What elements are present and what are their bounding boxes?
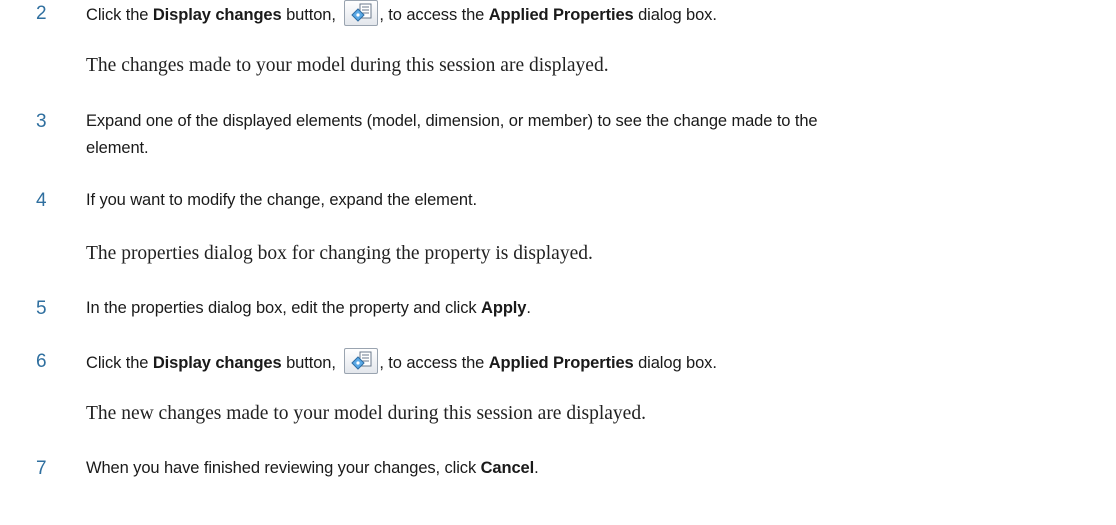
- step-instruction: If you want to modify the change, expand…: [86, 191, 477, 209]
- instruction-text: button,: [281, 6, 341, 24]
- ui-term-apply: Apply: [481, 299, 527, 317]
- step-instruction: Click the Display changes button, , to a…: [86, 348, 1102, 377]
- instruction-text: button,: [281, 354, 341, 372]
- step-6: 6 Click the Display changes button, , to…: [36, 348, 1102, 377]
- instruction-text: dialog box.: [633, 6, 717, 24]
- instruction-text: .: [534, 459, 539, 477]
- step-number: 7: [36, 458, 47, 479]
- instruction-text: , to access the: [379, 6, 489, 24]
- step-number: 2: [36, 3, 47, 24]
- instruction-text: In the properties dialog box, edit the p…: [86, 299, 482, 317]
- instruction-text: dialog box.: [633, 354, 717, 372]
- ui-term-applied-properties: Applied Properties: [488, 354, 634, 372]
- step-number: 5: [36, 298, 47, 319]
- procedure-page: 2 Click the Display changes button, , to…: [0, 0, 1116, 525]
- instruction-text: , to access the: [379, 354, 489, 372]
- instruction-text: When you have finished reviewing your ch…: [86, 459, 481, 477]
- instruction-line: element.: [86, 139, 149, 157]
- ui-term-cancel: Cancel: [480, 459, 535, 477]
- step-4: 4 If you want to modify the change, expa…: [36, 187, 1102, 215]
- step-result: The changes made to your model during th…: [86, 55, 609, 76]
- step-5: 5 In the properties dialog box, edit the…: [36, 295, 1102, 323]
- step-number: 4: [36, 190, 47, 211]
- step-result: The properties dialog box for changing t…: [86, 243, 593, 264]
- instruction-text: Click the: [86, 6, 153, 24]
- step-2: 2 Click the Display changes button, , to…: [36, 0, 1102, 29]
- step-instruction: Click the Display changes button, , to a…: [86, 0, 1102, 29]
- step-instruction: In the properties dialog box, edit the p…: [86, 295, 1102, 322]
- step-3: 3 Expand one of the displayed elements (…: [36, 108, 1102, 162]
- step-result: The new changes made to your model durin…: [86, 403, 646, 424]
- ui-term-applied-properties: Applied Properties: [488, 6, 634, 24]
- step-number: 6: [36, 351, 47, 372]
- step-number: 3: [36, 111, 47, 132]
- ui-term-display-changes: Display changes: [152, 354, 282, 372]
- step-instruction: When you have finished reviewing your ch…: [86, 455, 1102, 482]
- ui-term-display-changes: Display changes: [152, 6, 282, 24]
- instruction-text: .: [526, 299, 531, 317]
- step-instruction: Expand one of the displayed elements (mo…: [86, 108, 1102, 162]
- display-changes-icon: [344, 0, 379, 26]
- instruction-text: Click the: [86, 354, 153, 372]
- instruction-line: Expand one of the displayed elements (mo…: [86, 112, 818, 130]
- display-changes-icon: [344, 348, 379, 374]
- step-7: 7 When you have finished reviewing your …: [36, 455, 1102, 483]
